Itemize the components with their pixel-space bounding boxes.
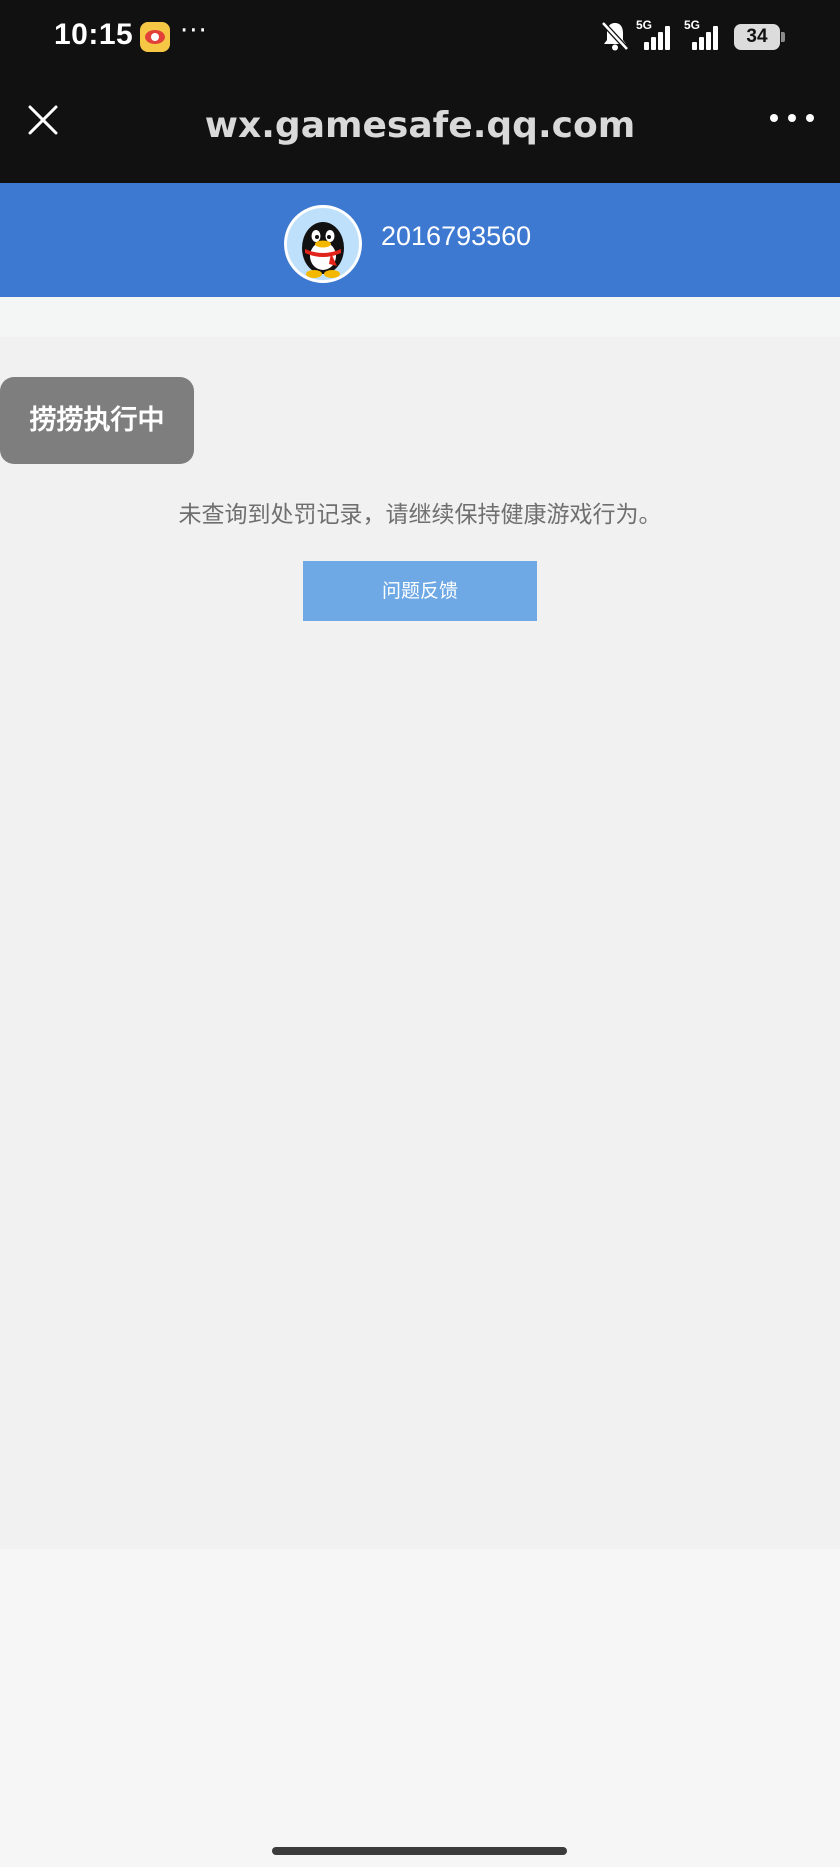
spacer-strip xyxy=(0,297,840,337)
feedback-button[interactable]: 问题反馈 xyxy=(303,561,537,621)
cellular-signal-1-icon: 5G xyxy=(636,18,672,54)
more-notifications-indicator: ··· xyxy=(180,16,208,46)
network-type-2: 5G xyxy=(684,18,701,32)
main-content: 捞捞执行中 未查询到处罚记录，请继续保持健康游戏行为。 问题反馈 xyxy=(0,337,840,1549)
status-bar: 10:15 ··· 5G 5G 34 xyxy=(0,0,840,75)
battery-indicator: 34 xyxy=(734,24,785,50)
browser-title-bar: wx.gamesafe.qq.com xyxy=(0,75,840,183)
network-type-1: 5G xyxy=(636,18,653,32)
close-icon[interactable] xyxy=(22,99,62,139)
home-indicator[interactable] xyxy=(272,1847,567,1855)
qq-penguin-avatar-icon xyxy=(284,205,362,283)
bell-off-icon xyxy=(601,21,629,51)
more-options-icon[interactable] xyxy=(766,103,818,133)
qq-account-number: 2016793560 xyxy=(381,221,532,251)
status-time: 10:15 xyxy=(54,18,134,51)
status-chip: 捞捞执行中 xyxy=(0,377,194,464)
cellular-signal-2-icon: 5G xyxy=(684,18,720,54)
weibo-notification-icon xyxy=(140,22,170,52)
no-penalty-message: 未查询到处罚记录，请继续保持健康游戏行为。 xyxy=(178,502,662,528)
page-url-title: wx.gamesafe.qq.com xyxy=(204,105,636,146)
account-header: 2016793560 xyxy=(0,183,840,297)
